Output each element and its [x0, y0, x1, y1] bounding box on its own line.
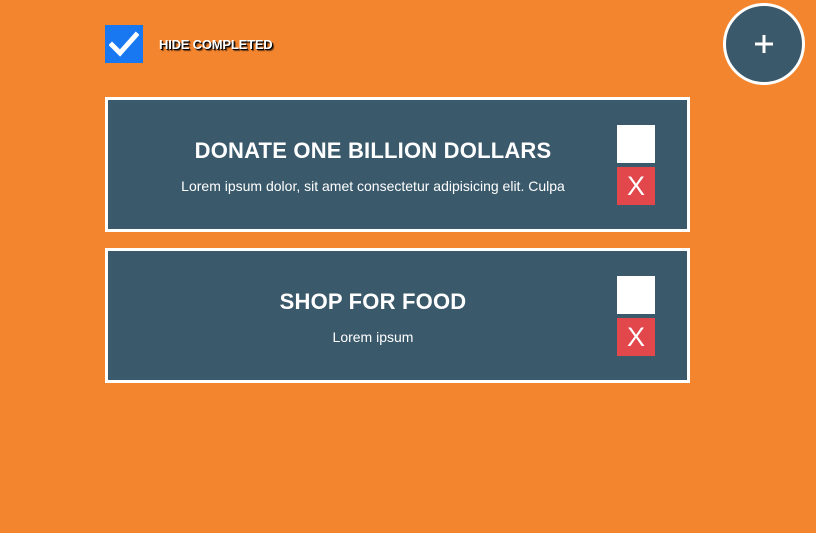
- todo-list: DONATE ONE BILLION DOLLARS Lorem ipsum d…: [105, 97, 690, 399]
- todo-title: SHOP FOR FOOD: [279, 288, 467, 314]
- hide-completed-label: HIDE COMPLETED: [159, 36, 273, 52]
- plus-icon: [755, 35, 773, 53]
- todo-content: DONATE ONE BILLION DOLLARS Lorem ipsum d…: [108, 100, 638, 229]
- todo-item: DONATE ONE BILLION DOLLARS Lorem ipsum d…: [105, 97, 690, 232]
- hide-completed-toggle[interactable]: HIDE COMPLETED: [105, 25, 273, 63]
- todo-item: SHOP FOR FOOD Lorem ipsum X: [105, 248, 690, 383]
- todo-description: Lorem ipsum dolor, sit amet consectetur …: [181, 177, 565, 194]
- todo-complete-checkbox[interactable]: [617, 125, 655, 163]
- hide-completed-checkbox[interactable]: [105, 25, 143, 63]
- todo-title: DONATE ONE BILLION DOLLARS: [194, 137, 552, 163]
- checkmark-icon: [109, 31, 139, 57]
- todo-description: Lorem ipsum: [332, 328, 414, 345]
- todo-complete-checkbox[interactable]: [617, 276, 655, 314]
- todo-content: SHOP FOR FOOD Lorem ipsum: [108, 251, 638, 380]
- todo-delete-button[interactable]: X: [617, 167, 655, 205]
- add-todo-button[interactable]: [723, 3, 805, 85]
- todo-delete-button[interactable]: X: [617, 318, 655, 356]
